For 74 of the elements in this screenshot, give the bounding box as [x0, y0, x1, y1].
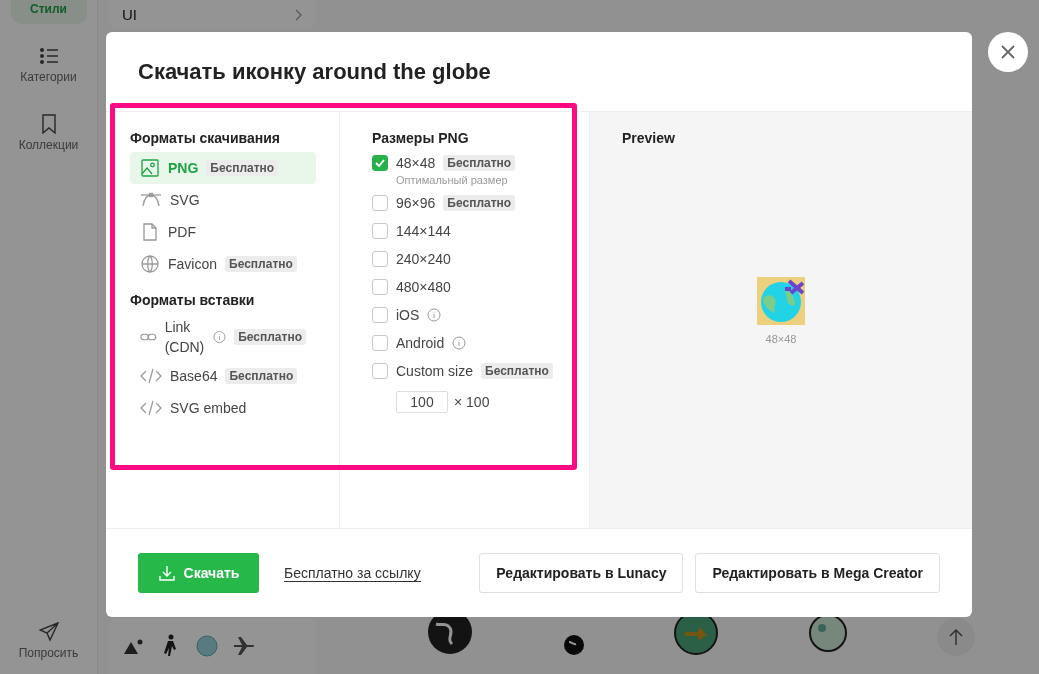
preview-caption: 48×48	[765, 333, 797, 345]
link-icon	[140, 331, 157, 343]
sidebar-item[interactable]: Коллекции	[10, 106, 87, 160]
free-badge: Бесплатно	[443, 195, 516, 211]
size-label: 144×144	[396, 223, 451, 239]
list-icon	[38, 46, 59, 66]
checkbox[interactable]	[372, 363, 388, 379]
dialog-title: Скачать иконку around the globe	[138, 58, 491, 85]
size-option[interactable]: 48×48 Бесплатно	[372, 152, 516, 174]
format-option[interactable]: Base64 Бесплатно	[130, 360, 316, 392]
size-option[interactable]: 240×240	[372, 245, 451, 273]
edit-button[interactable]: Редактировать в Lunacy	[479, 553, 684, 593]
size-option[interactable]: Custom size Бесплатно	[372, 357, 553, 385]
checkbox[interactable]	[372, 155, 388, 171]
section-heading: Форматы вставки	[130, 292, 256, 308]
preview-heading: Preview	[622, 130, 676, 146]
size-option[interactable]: Android	[372, 329, 467, 357]
format-option[interactable]: Link (CDN) Бесплатно	[130, 314, 316, 360]
sidebar-item[interactable]: Попросить	[10, 614, 87, 668]
code-icon	[140, 367, 162, 385]
checkbox[interactable]	[372, 251, 388, 267]
size-option[interactable]: iOS	[372, 301, 442, 329]
image-icon	[140, 158, 160, 178]
checkbox[interactable]	[372, 279, 388, 295]
free-badge: Бесплатно	[443, 155, 516, 171]
free-link[interactable]: Бесплатно за ссылку	[284, 564, 421, 582]
checkbox[interactable]	[372, 195, 388, 211]
size-label: iOS	[396, 307, 420, 323]
free-badge: Бесплатно	[225, 256, 297, 272]
size-label: Android	[396, 335, 445, 351]
info-icon[interactable]	[452, 336, 467, 350]
code-icon	[140, 399, 162, 417]
free-badge: Бесплатно	[206, 160, 279, 176]
size-suffix: × 100	[454, 394, 490, 410]
arrow-up-icon	[947, 628, 964, 646]
size-option[interactable]: 144×144	[372, 217, 451, 245]
section-heading: Размеры PNG	[372, 130, 470, 146]
size-label: 240×240	[396, 251, 451, 267]
size-label: 96×96	[396, 195, 436, 211]
format-option[interactable]: PDF	[130, 216, 316, 248]
format-option[interactable]: Favicon Бесплатно	[130, 248, 316, 280]
size-label: 48×48	[396, 155, 436, 171]
checkbox[interactable]	[372, 307, 388, 323]
globe-airplane-icon	[757, 277, 805, 325]
airplane-icon	[232, 635, 256, 657]
close-icon	[1000, 44, 1016, 60]
format-option[interactable]: SVG	[130, 184, 316, 216]
format-option[interactable]: PNG Бесплатно	[130, 152, 316, 184]
size-option[interactable]: 480×480	[372, 273, 451, 301]
size-note: Оптимальный размер	[396, 174, 508, 187]
free-badge: Бесплатно	[234, 329, 306, 345]
checkbox[interactable]	[372, 335, 388, 351]
size-label: Custom size	[396, 363, 474, 379]
edit-button[interactable]: Редактировать в Mega Creator	[695, 553, 940, 593]
checkbox[interactable]	[372, 223, 388, 239]
bookmark-icon	[40, 114, 57, 134]
size-label: 480×480	[396, 279, 451, 295]
size-input[interactable]: 100	[396, 391, 448, 413]
file-icon	[140, 222, 160, 242]
free-badge: Бесплатно	[481, 363, 553, 379]
scroll-up-button[interactable]	[936, 618, 975, 656]
info-icon[interactable]	[213, 330, 227, 344]
category-label: UI	[122, 6, 137, 23]
size-option[interactable]: 96×96 Бесплатно	[372, 189, 516, 217]
send-icon	[38, 622, 59, 642]
sidebar-item[interactable]: Категории	[10, 38, 87, 92]
info-icon[interactable]	[427, 308, 442, 322]
free-badge: Бесплатно	[225, 368, 298, 384]
chevron-right-icon	[294, 8, 302, 21]
download-icon	[157, 564, 176, 582]
close-button[interactable]	[988, 32, 1028, 72]
section-heading: Форматы скачивания	[130, 130, 281, 146]
checkmark-icon	[375, 159, 385, 167]
format-option[interactable]: SVG embed	[130, 392, 316, 424]
